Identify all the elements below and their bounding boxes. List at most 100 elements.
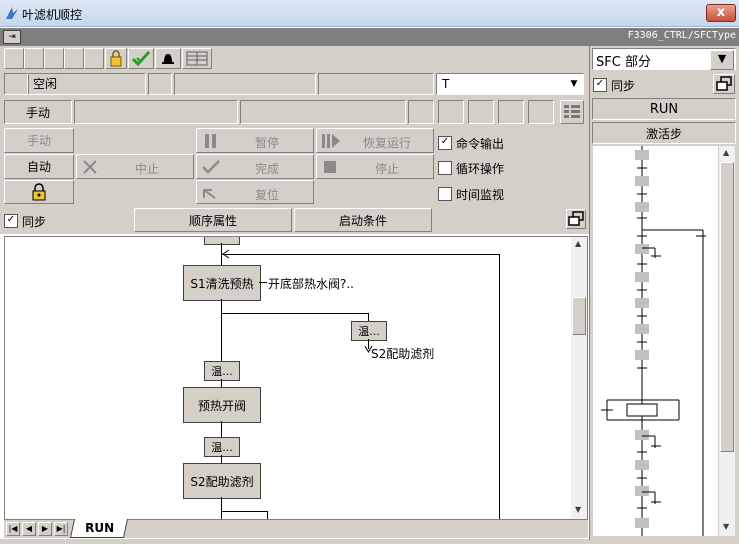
connector-line bbox=[221, 455, 222, 463]
stop-icon bbox=[324, 161, 336, 173]
connector-line bbox=[259, 282, 267, 283]
connector-line bbox=[221, 511, 267, 512]
tab-first-icon[interactable]: |◀ bbox=[6, 522, 20, 536]
status-indicator bbox=[4, 73, 28, 95]
connector-line bbox=[221, 299, 222, 361]
connector-line bbox=[368, 313, 369, 321]
padlock-icon bbox=[32, 183, 46, 201]
time-monitor-option[interactable]: 时间监视 bbox=[438, 186, 504, 202]
pause-button[interactable]: 暂停 bbox=[196, 128, 314, 153]
toolbar-slot-4[interactable] bbox=[64, 48, 84, 69]
bell-icon[interactable] bbox=[155, 48, 181, 69]
unlock-button[interactable] bbox=[4, 180, 74, 204]
overview-diagram bbox=[601, 146, 706, 536]
resume-button[interactable]: 恢复运行 bbox=[316, 128, 434, 153]
tab-last-icon[interactable]: ▶| bbox=[54, 522, 68, 536]
canvas-vertical-scrollbar[interactable]: ▲ ▼ bbox=[571, 237, 587, 519]
scroll-down-arrow-icon[interactable]: ▼ bbox=[575, 505, 581, 514]
branch-target-label: S2配助滤剂 bbox=[371, 347, 435, 361]
sfc-part-value: SFC 部分 bbox=[596, 55, 651, 70]
tab-run[interactable]: RUN bbox=[69, 519, 129, 538]
branch-transition[interactable]: 温... bbox=[351, 321, 387, 341]
status-field-2 bbox=[148, 73, 172, 95]
connector-line bbox=[221, 313, 368, 314]
complete-button[interactable]: 完成 bbox=[196, 154, 314, 179]
restore-window-icon[interactable] bbox=[566, 209, 586, 229]
sfc-overview[interactable] bbox=[593, 146, 718, 536]
sfc-step-preheat[interactable]: 预热开阀 bbox=[183, 387, 261, 423]
mode-field-5 bbox=[468, 100, 494, 124]
status-field-3 bbox=[174, 73, 316, 95]
tab-prev-icon[interactable]: ◀ bbox=[22, 522, 36, 536]
sfc-transition-2[interactable]: 温... bbox=[204, 437, 240, 457]
toolbar-slot-2[interactable] bbox=[24, 48, 44, 69]
time-monitor-checkbox[interactable] bbox=[438, 187, 452, 201]
overview-scroll-down-icon[interactable]: ▼ bbox=[723, 522, 729, 531]
sync-checkbox[interactable]: ✓ bbox=[4, 214, 18, 228]
top-transition[interactable] bbox=[204, 237, 240, 245]
toolbar-slot-1[interactable] bbox=[4, 48, 24, 69]
sfc-transition-1[interactable]: 温... bbox=[204, 361, 240, 381]
reset-arrow-icon bbox=[203, 189, 216, 199]
window-title: 叶滤机顺控 bbox=[22, 8, 83, 22]
resume-icon bbox=[322, 134, 340, 148]
chevron-down-icon[interactable]: ▼ bbox=[710, 50, 734, 70]
tab-next-icon[interactable]: ▶ bbox=[38, 522, 52, 536]
reset-button[interactable]: 复位 bbox=[196, 180, 314, 204]
cyclic-option[interactable]: 循环操作 bbox=[438, 160, 504, 176]
title-bar bbox=[0, 0, 739, 27]
sfc-part-select[interactable]: SFC 部分 ▼ bbox=[592, 48, 736, 70]
overview-vertical-scrollbar[interactable]: ▲ ▼ bbox=[719, 146, 735, 536]
arrow-icon bbox=[222, 249, 230, 259]
overview-scroll-up-icon[interactable]: ▲ bbox=[723, 148, 729, 157]
right-sync-option[interactable]: ✓ 同步 bbox=[593, 77, 635, 93]
toolbar-slot-5[interactable] bbox=[84, 48, 104, 69]
mode-field-7 bbox=[528, 100, 554, 124]
scroll-up-arrow-icon[interactable]: ▲ bbox=[575, 239, 581, 248]
list-view-icon[interactable] bbox=[560, 100, 584, 124]
close-button[interactable]: x bbox=[706, 4, 736, 22]
abort-button[interactable]: 中止 bbox=[76, 154, 194, 179]
checkmark-icon bbox=[202, 160, 220, 174]
approve-icon[interactable] bbox=[128, 48, 154, 69]
lock-icon[interactable] bbox=[105, 48, 127, 69]
sfc-step-s1[interactable]: S1清洗预热 bbox=[183, 265, 261, 301]
connector-line bbox=[221, 254, 499, 255]
status-field-4 bbox=[318, 73, 434, 95]
run-status-label: RUN bbox=[592, 98, 736, 120]
right-restore-icon[interactable] bbox=[713, 74, 735, 94]
command-output-option[interactable]: ✓ 命令输出 bbox=[438, 135, 504, 151]
sfc-step-s2[interactable]: S2配助滤剂 bbox=[183, 463, 261, 499]
start-condition-button[interactable]: 启动条件 bbox=[294, 208, 432, 232]
mode-field-6 bbox=[498, 100, 524, 124]
sync-option[interactable]: ✓ 同步 bbox=[4, 213, 46, 229]
sequence-properties-button[interactable]: 顺序属性 bbox=[134, 208, 292, 232]
connector-line bbox=[221, 421, 222, 437]
auto-button[interactable]: 自动 bbox=[4, 154, 74, 179]
mode-field-1 bbox=[74, 100, 238, 124]
state-label: 空闲 bbox=[33, 77, 58, 91]
mode-select[interactable]: T ▼ bbox=[436, 73, 584, 95]
mode-field-3 bbox=[408, 100, 434, 124]
mode-select-value: T bbox=[442, 77, 450, 91]
grid-settings-icon[interactable] bbox=[182, 48, 212, 69]
mode-field-4 bbox=[438, 100, 464, 124]
cyclic-checkbox[interactable] bbox=[438, 161, 452, 175]
faceplate-path: F3306_CTRL/SFCType bbox=[627, 30, 736, 41]
pin-icon[interactable]: ⇥ bbox=[3, 30, 21, 44]
overview-scroll-thumb[interactable] bbox=[720, 162, 734, 452]
manual-button[interactable]: 手动 bbox=[4, 128, 74, 153]
toolbar-slot-3[interactable] bbox=[44, 48, 64, 69]
right-sync-checkbox[interactable]: ✓ bbox=[593, 78, 607, 92]
scroll-thumb[interactable] bbox=[572, 297, 586, 335]
connector-line bbox=[499, 254, 500, 519]
chevron-down-icon[interactable]: ▼ bbox=[567, 76, 581, 92]
app-logo-icon bbox=[4, 5, 20, 21]
sfc-diagram-canvas[interactable]: S1清洗预热 开底部热水阀?.. 温... S2配助滤剂 温... 预热开阀 温… bbox=[4, 236, 588, 520]
command-output-checkbox[interactable]: ✓ bbox=[438, 136, 452, 150]
mode-field-2 bbox=[240, 100, 406, 124]
stop-button[interactable]: 停止 bbox=[316, 154, 434, 179]
state-field: 空闲 bbox=[28, 73, 146, 95]
pause-icon bbox=[205, 134, 216, 148]
connector-line bbox=[221, 497, 222, 519]
